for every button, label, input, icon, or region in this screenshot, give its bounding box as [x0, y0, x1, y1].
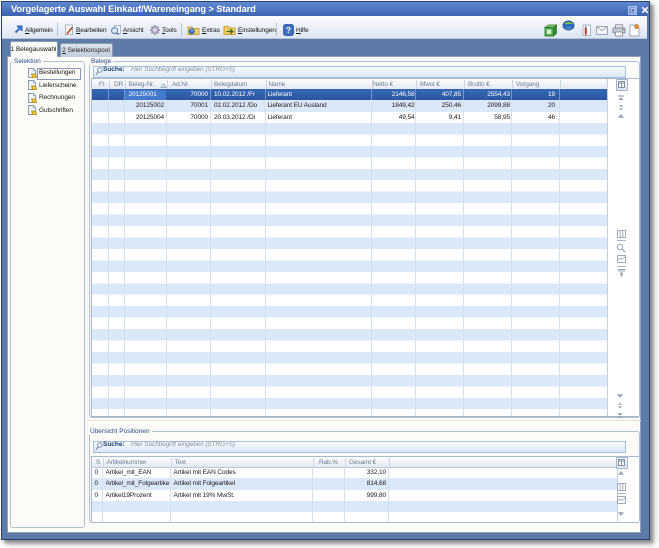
svg-text:?: ?	[286, 25, 291, 35]
